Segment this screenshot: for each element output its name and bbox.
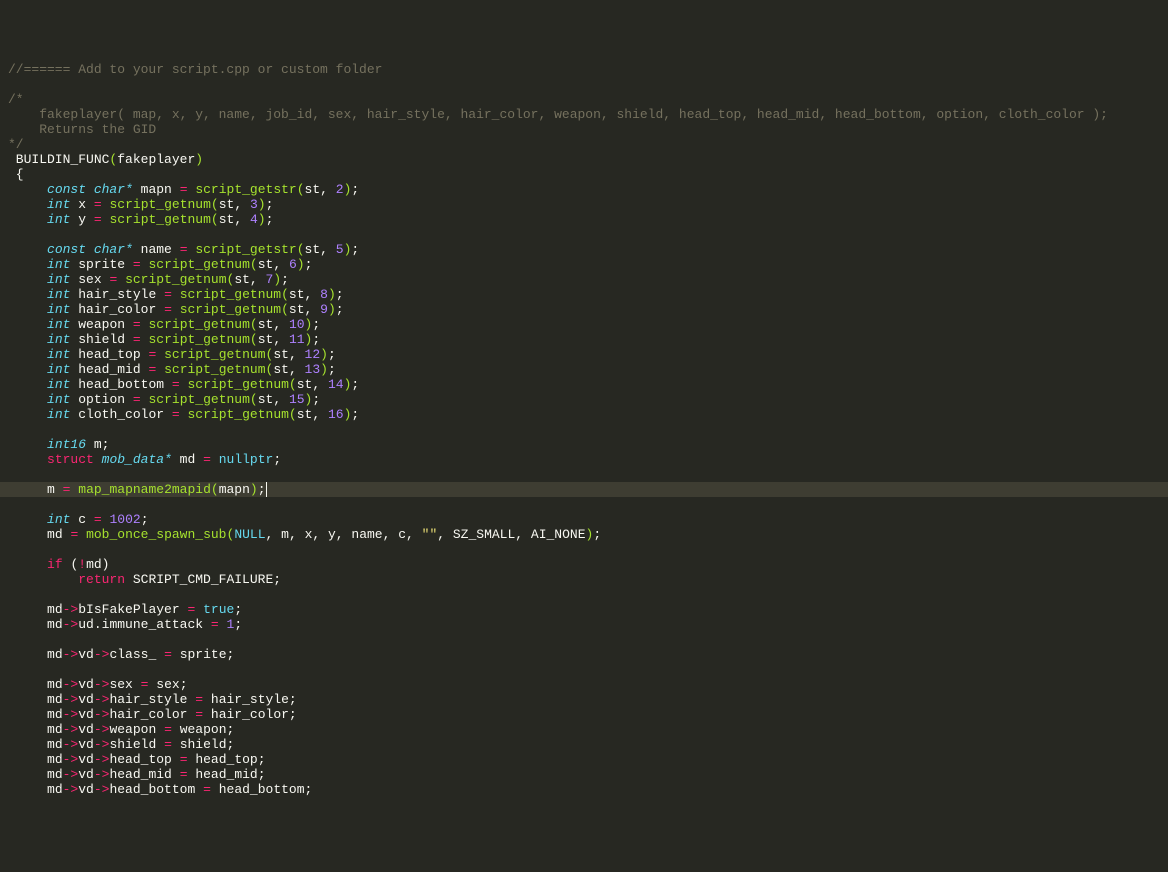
code-line[interactable]: md->vd->head_mid = head_mid; <box>8 767 1168 782</box>
code-line[interactable]: const char* name = script_getstr(st, 5); <box>8 242 1168 257</box>
code-line[interactable]: */ <box>8 137 1168 152</box>
code-line[interactable]: md->vd->shield = shield; <box>8 737 1168 752</box>
code-line[interactable]: md->vd->class_ = sprite; <box>8 647 1168 662</box>
code-line[interactable]: int c = 1002; <box>8 512 1168 527</box>
code-line[interactable]: fakeplayer( map, x, y, name, job_id, sex… <box>8 107 1168 122</box>
code-line[interactable]: { <box>8 167 1168 182</box>
code-line[interactable]: md->vd->hair_style = hair_style; <box>8 692 1168 707</box>
code-line[interactable] <box>8 422 1168 437</box>
code-line[interactable]: Returns the GID <box>8 122 1168 137</box>
code-line[interactable] <box>8 467 1168 482</box>
code-line[interactable]: md->vd->sex = sex; <box>8 677 1168 692</box>
code-line[interactable]: md->vd->head_top = head_top; <box>8 752 1168 767</box>
code-line[interactable]: if (!md) <box>8 557 1168 572</box>
code-line[interactable]: md->vd->head_bottom = head_bottom; <box>8 782 1168 797</box>
code-line[interactable]: int hair_color = script_getnum(st, 9); <box>8 302 1168 317</box>
code-line[interactable]: int cloth_color = script_getnum(st, 16); <box>8 407 1168 422</box>
code-line[interactable]: //====== Add to your script.cpp or custo… <box>8 62 1168 77</box>
code-line[interactable] <box>8 497 1168 512</box>
code-line[interactable]: int sprite = script_getnum(st, 6); <box>8 257 1168 272</box>
code-line[interactable]: int hair_style = script_getnum(st, 8); <box>8 287 1168 302</box>
code-line[interactable]: md = mob_once_spawn_sub(NULL, m, x, y, n… <box>8 527 1168 542</box>
code-line[interactable]: struct mob_data* md = nullptr; <box>8 452 1168 467</box>
code-line[interactable]: md->vd->weapon = weapon; <box>8 722 1168 737</box>
code-line[interactable]: int16 m; <box>8 437 1168 452</box>
code-line[interactable]: int sex = script_getnum(st, 7); <box>8 272 1168 287</box>
code-line[interactable]: md->bIsFakePlayer = true; <box>8 602 1168 617</box>
code-line[interactable]: md->ud.immune_attack = 1; <box>8 617 1168 632</box>
code-line[interactable]: const char* mapn = script_getstr(st, 2); <box>8 182 1168 197</box>
code-editor[interactable]: //====== Add to your script.cpp or custo… <box>8 62 1168 797</box>
code-line[interactable] <box>8 227 1168 242</box>
code-line[interactable]: BUILDIN_FUNC(fakeplayer) <box>8 152 1168 167</box>
code-line[interactable]: int weapon = script_getnum(st, 10); <box>8 317 1168 332</box>
code-line[interactable]: int head_mid = script_getnum(st, 13); <box>8 362 1168 377</box>
code-line[interactable]: m = map_mapname2mapid(mapn); <box>0 482 1168 497</box>
code-line[interactable]: int y = script_getnum(st, 4); <box>8 212 1168 227</box>
code-line[interactable] <box>8 542 1168 557</box>
code-line[interactable] <box>8 632 1168 647</box>
code-line[interactable]: int option = script_getnum(st, 15); <box>8 392 1168 407</box>
code-line[interactable] <box>8 77 1168 92</box>
code-line[interactable]: int head_bottom = script_getnum(st, 14); <box>8 377 1168 392</box>
code-line[interactable] <box>8 662 1168 677</box>
code-line[interactable]: int x = script_getnum(st, 3); <box>8 197 1168 212</box>
code-line[interactable]: int head_top = script_getnum(st, 12); <box>8 347 1168 362</box>
text-cursor <box>266 482 267 497</box>
code-line[interactable]: md->vd->hair_color = hair_color; <box>8 707 1168 722</box>
code-line[interactable] <box>8 587 1168 602</box>
code-line[interactable]: int shield = script_getnum(st, 11); <box>8 332 1168 347</box>
code-line[interactable]: return SCRIPT_CMD_FAILURE; <box>8 572 1168 587</box>
code-line[interactable]: /* <box>8 92 1168 107</box>
